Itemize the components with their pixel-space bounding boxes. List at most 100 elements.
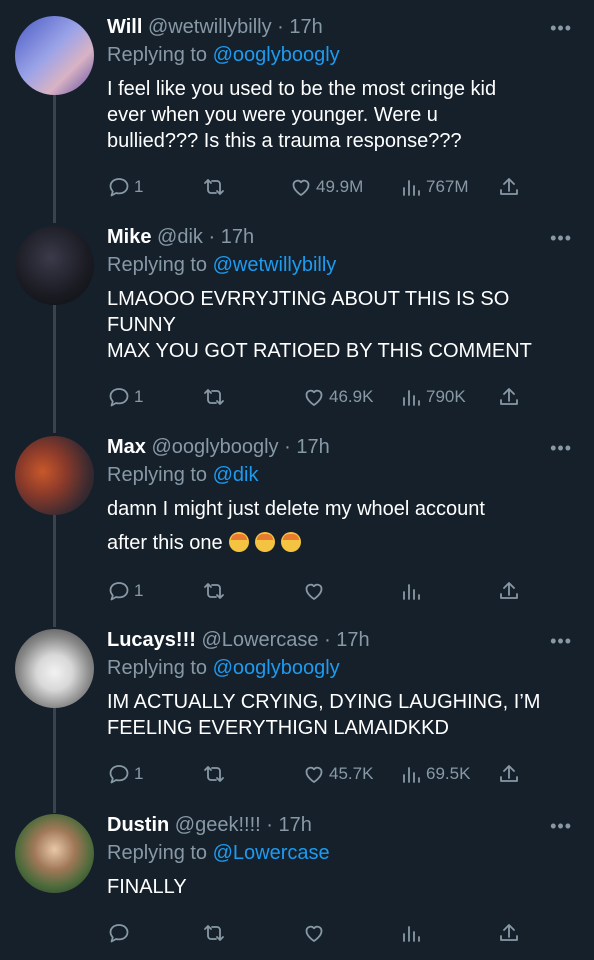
share-icon — [500, 765, 518, 782]
display-name[interactable]: Dustin — [107, 814, 169, 836]
retweet-button[interactable] — [202, 384, 226, 410]
user-handle[interactable]: @wetwillybilly — [148, 16, 272, 38]
display-name[interactable]: Will — [107, 16, 142, 38]
avatar[interactable] — [15, 16, 94, 95]
tweet-line: ever when you were younger. Were u — [107, 104, 438, 126]
action-bar: 1 49.9M 767M — [107, 174, 527, 200]
more-icon[interactable]: ••• — [550, 631, 572, 652]
share-button[interactable] — [497, 174, 521, 200]
reply-icon — [109, 582, 129, 601]
separator: · — [324, 629, 331, 651]
like-button[interactable] — [302, 578, 326, 604]
separator: · — [208, 226, 216, 248]
mention-link[interactable]: @ooglyboogly — [213, 44, 340, 66]
views-button[interactable]: 69.5K — [399, 761, 470, 787]
like-button[interactable] — [302, 920, 326, 946]
timestamp[interactable]: 17h — [289, 16, 322, 38]
exploding-head-emoji-icon — [228, 532, 249, 552]
reply-button[interactable]: 1 — [107, 578, 143, 604]
timestamp[interactable]: 17h — [278, 814, 311, 836]
separator: · — [277, 16, 284, 38]
share-button[interactable] — [497, 920, 521, 946]
share-button[interactable] — [497, 384, 521, 410]
mention-link[interactable]: @dik — [213, 464, 259, 486]
display-name[interactable]: Max — [107, 436, 146, 458]
avatar[interactable] — [15, 226, 94, 305]
like-icon — [305, 766, 323, 783]
reply-icon — [109, 388, 129, 407]
reply-button[interactable]: 1 — [107, 384, 143, 410]
action-bar: 1 45.7K 69.5K — [107, 761, 527, 787]
avatar[interactable] — [15, 814, 94, 893]
tweet-header: Will @wetwillybilly · 17h — [107, 14, 323, 40]
more-icon[interactable]: ••• — [550, 816, 572, 837]
user-handle[interactable]: @ooglyboogly — [151, 436, 278, 458]
avatar[interactable] — [15, 629, 94, 708]
user-handle[interactable]: @dik — [157, 226, 203, 248]
like-count: 45.7K — [329, 764, 374, 783]
action-bar: 1 46.9K 790K — [107, 384, 527, 410]
like-button[interactable]: 45.7K — [302, 761, 373, 787]
retweet-button[interactable] — [202, 578, 226, 604]
like-button[interactable]: 49.9M — [289, 174, 363, 200]
retweet-button[interactable] — [202, 761, 226, 787]
mention-link[interactable]: @ooglyboogly — [213, 657, 340, 679]
share-button[interactable] — [497, 578, 521, 604]
like-count: 46.9K — [329, 387, 374, 406]
separator: · — [284, 436, 291, 458]
tweet-text: I feel like you used to be the most crin… — [107, 76, 577, 154]
tweet-line: damn I might just delete my whoel accoun… — [107, 498, 485, 520]
tweet-text: IM ACTUALLY CRYING, DYING LAUGHING, I’M … — [107, 689, 577, 741]
like-button[interactable]: 46.9K — [302, 384, 373, 410]
tweet[interactable]: Dustin @geek!!!! · 17h ••• Replying to @… — [0, 812, 594, 960]
reply-icon — [109, 924, 129, 943]
tweet[interactable]: Max @ooglyboogly · 17h ••• Replying to @… — [0, 434, 594, 618]
retweet-icon — [204, 766, 224, 782]
avatar[interactable] — [15, 436, 94, 515]
retweet-button[interactable] — [202, 920, 226, 946]
more-icon[interactable]: ••• — [550, 18, 572, 39]
display-name[interactable]: Mike — [107, 226, 151, 248]
timestamp[interactable]: 17h — [336, 629, 369, 651]
tweet-line: FUNNY — [107, 314, 176, 336]
views-button[interactable]: 767M — [399, 174, 469, 200]
views-count: 790K — [426, 387, 466, 406]
more-icon[interactable]: ••• — [550, 228, 572, 249]
tweet-line: FINALLY — [107, 876, 187, 898]
separator: · — [266, 814, 273, 836]
user-handle[interactable]: @Lowercase — [201, 629, 318, 651]
reply-button[interactable]: 1 — [107, 761, 143, 787]
tweet-header: Dustin @geek!!!! · 17h — [107, 812, 312, 838]
mention-link[interactable]: @Lowercase — [213, 842, 330, 864]
replying-to: Replying to @dik — [107, 462, 259, 488]
share-icon — [500, 178, 518, 195]
share-button[interactable] — [497, 761, 521, 787]
replying-to-label: Replying to — [107, 464, 208, 486]
views-icon — [403, 390, 420, 406]
like-icon — [305, 389, 323, 406]
more-icon[interactable]: ••• — [550, 438, 572, 459]
views-button[interactable]: 790K — [399, 384, 466, 410]
views-button[interactable] — [399, 920, 423, 946]
tweet[interactable]: Lucays!!! @Lowercase · 17h ••• Replying … — [0, 627, 594, 807]
tweet-header: Mike @dik · 17h — [107, 224, 254, 250]
tweet[interactable]: Mike @dik · 17h ••• Replying to @wetwill… — [0, 224, 594, 424]
tweet-line: LMAOOO EVRRYJTING ABOUT THIS IS SO — [107, 288, 510, 310]
display-name[interactable]: Lucays!!! — [107, 629, 196, 651]
mention-link[interactable]: @wetwillybilly — [213, 254, 337, 276]
tweet-text: LMAOOO EVRRYJTING ABOUT THIS IS SO FUNNY… — [107, 286, 577, 364]
user-handle[interactable]: @geek!!!! — [175, 814, 261, 836]
tweet[interactable]: Will @wetwillybilly · 17h ••• Replying t… — [0, 14, 594, 214]
action-bar — [107, 920, 527, 946]
timestamp[interactable]: 17h — [296, 436, 329, 458]
views-button[interactable] — [399, 578, 423, 604]
reply-button[interactable]: 1 — [107, 174, 143, 200]
timestamp[interactable]: 17h — [221, 226, 254, 248]
like-icon — [305, 925, 323, 942]
share-icon — [500, 388, 518, 405]
views-icon — [403, 180, 420, 196]
action-bar: 1 — [107, 578, 527, 604]
retweet-icon — [204, 925, 224, 941]
reply-button[interactable] — [107, 920, 131, 946]
retweet-button[interactable] — [202, 174, 226, 200]
